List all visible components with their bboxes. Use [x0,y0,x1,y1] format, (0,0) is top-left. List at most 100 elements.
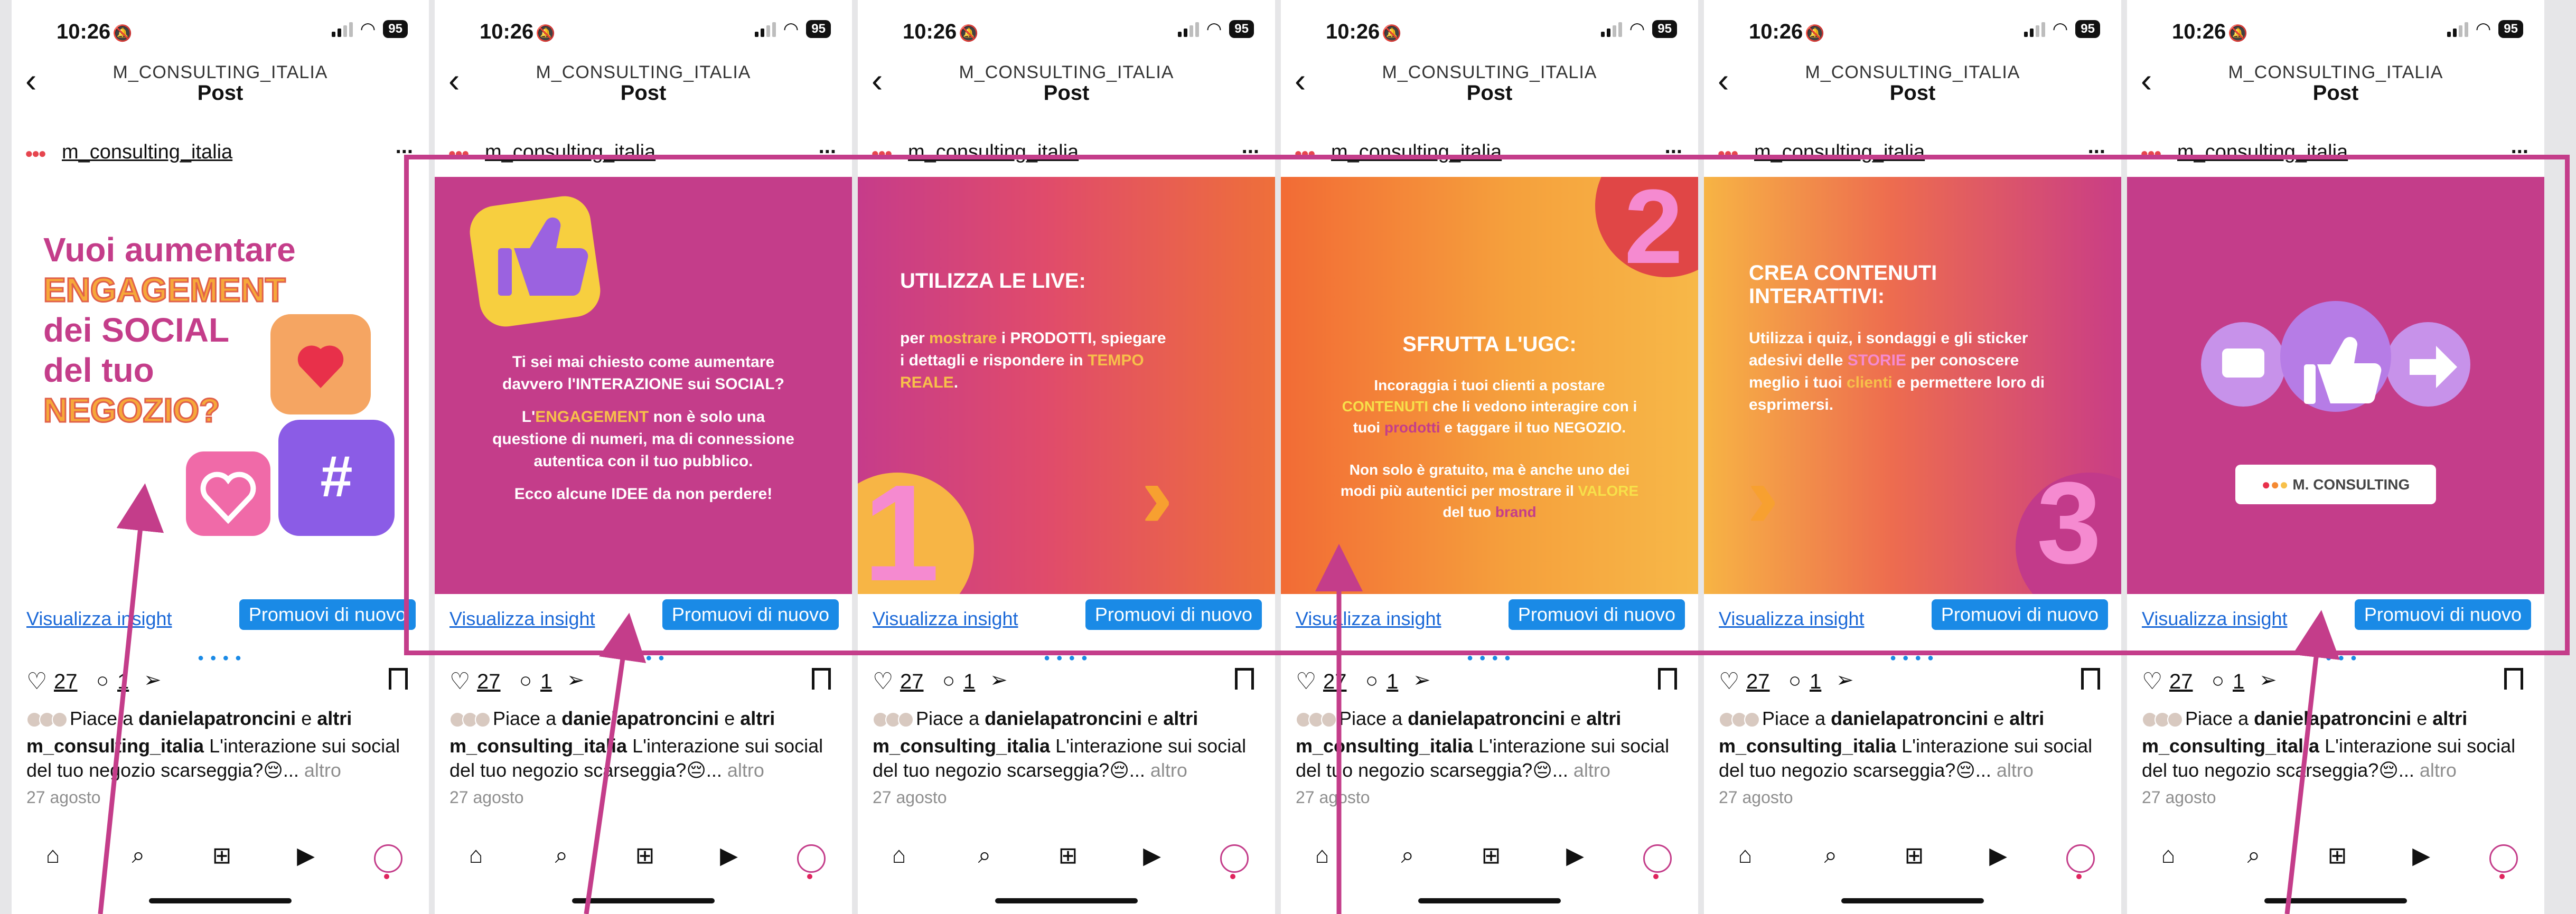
caption-username[interactable]: m_consulting_italia [1719,735,1896,757]
search-icon[interactable]: ⌕ [1392,842,1423,869]
liked-by[interactable]: Piace a danielapatroncini e altri [26,708,418,730]
share-icon[interactable]: ➢ [2259,668,2277,692]
caption-username[interactable]: m_consulting_italia [873,735,1050,757]
liked-by[interactable]: Piace a danielapatroncini e altri [873,708,1264,730]
bookmark-icon[interactable] [1658,668,1677,690]
liked-by[interactable]: Piace a danielapatroncini e altri [1296,708,1688,730]
avatar[interactable]: ●●● [871,145,893,162]
share-icon[interactable]: ➢ [567,668,585,692]
promote-again-button[interactable]: Promuovi di nuovo [1085,599,1262,630]
home-icon[interactable]: ⌂ [37,842,69,869]
liked-by[interactable]: Piace a danielapatroncini e altri [449,708,841,730]
promote-again-button[interactable]: Promuovi di nuovo [1508,599,1685,630]
caption-username[interactable]: m_consulting_italia [2142,735,2319,757]
author-username[interactable]: m_consulting_italia [485,141,655,164]
search-icon[interactable]: ⌕ [1815,842,1847,869]
more-link[interactable]: altro [1150,759,1187,781]
author-username[interactable]: m_consulting_italia [2177,141,2348,164]
author-username[interactable]: m_consulting_italia [62,141,232,164]
reels-icon[interactable]: ▶ [290,842,322,869]
create-post-icon[interactable]: ⊞ [1475,842,1507,869]
more-icon[interactable]: ... [1242,135,1259,158]
more-link[interactable]: altro [2420,759,2457,781]
profile-avatar-icon[interactable] [1220,844,1249,873]
reels-icon[interactable]: ▶ [1559,842,1591,869]
share-icon[interactable]: ➢ [1836,668,1854,692]
comment-count[interactable]: 1 [963,670,975,694]
post-slide-3[interactable]: UTILIZZA LE LIVE: per mostrare i PRODOTT… [858,177,1275,594]
post-slide-2[interactable]: Ti sei mai chiesto come aumentare davver… [435,177,852,594]
caption-username[interactable]: m_consulting_italia [449,735,627,757]
create-post-icon[interactable]: ⊞ [629,842,661,869]
avatar[interactable]: ●●● [1294,145,1316,162]
home-icon[interactable]: ⌂ [883,842,915,869]
bookmark-icon[interactable] [2504,668,2523,690]
like-heart-icon[interactable]: ♡ [449,668,470,695]
author-username[interactable]: m_consulting_italia [1754,141,1925,164]
view-insights-link[interactable]: Visualizza insight [26,608,172,630]
liked-by[interactable]: Piace a danielapatroncini e altri [1719,708,2111,730]
profile-avatar-icon[interactable] [797,844,826,873]
comment-icon[interactable]: ○ [519,669,532,693]
profile-avatar-icon[interactable] [374,844,402,873]
create-post-icon[interactable]: ⊞ [1898,842,1930,869]
like-count[interactable]: 27 [477,670,501,694]
home-icon[interactable]: ⌂ [460,842,492,869]
avatar[interactable]: ●●● [1717,145,1739,162]
avatar[interactable]: ●●● [448,145,470,162]
author-username[interactable]: m_consulting_italia [1331,141,1502,164]
bookmark-icon[interactable] [812,668,831,690]
create-post-icon[interactable]: ⊞ [206,842,238,869]
share-icon[interactable]: ➢ [1413,668,1431,692]
reels-icon[interactable]: ▶ [2405,842,2437,869]
like-heart-icon[interactable]: ♡ [1296,668,1316,695]
more-link[interactable]: altro [1997,759,2034,781]
view-insights-link[interactable]: Visualizza insight [449,608,595,630]
caption-username[interactable]: m_consulting_italia [1296,735,1473,757]
promote-again-button[interactable]: Promuovi di nuovo [1931,599,2108,630]
reels-icon[interactable]: ▶ [1136,842,1168,869]
reels-icon[interactable]: ▶ [1982,842,2014,869]
like-count[interactable]: 27 [900,670,924,694]
promote-again-button[interactable]: Promuovi di nuovo [2354,599,2531,630]
more-icon[interactable]: ... [396,135,413,158]
promote-again-button[interactable]: Promuovi di nuovo [239,599,416,630]
view-insights-link[interactable]: Visualizza insight [1719,608,1864,630]
comment-icon[interactable]: ○ [2212,669,2224,693]
create-post-icon[interactable]: ⊞ [1052,842,1084,869]
like-count[interactable]: 27 [54,670,78,694]
share-icon[interactable]: ➢ [144,668,162,692]
comment-count[interactable]: 1 [1810,670,1821,694]
reels-icon[interactable]: ▶ [713,842,745,869]
like-heart-icon[interactable]: ♡ [873,668,893,695]
comment-icon[interactable]: ○ [1365,669,1378,693]
avatar[interactable]: ●●● [25,145,46,162]
comment-icon[interactable]: ○ [942,669,955,693]
share-icon[interactable]: ➢ [990,668,1008,692]
home-icon[interactable]: ⌂ [1729,842,1761,869]
author-username[interactable]: m_consulting_italia [908,141,1079,164]
comment-icon[interactable]: ○ [1788,669,1801,693]
more-icon[interactable]: ... [819,135,836,158]
comment-count[interactable]: 1 [2233,670,2244,694]
post-slide-1[interactable]: Vuoi aumentare ENGAGEMENT dei SOCIAL del… [12,177,429,594]
more-link[interactable]: altro [304,759,341,781]
search-icon[interactable]: ⌕ [546,842,577,869]
promote-again-button[interactable]: Promuovi di nuovo [662,599,839,630]
more-link[interactable]: altro [727,759,764,781]
search-icon[interactable]: ⌕ [123,842,154,869]
home-icon[interactable]: ⌂ [2152,842,2184,869]
view-insights-link[interactable]: Visualizza insight [1296,608,1441,630]
more-icon[interactable]: ... [2088,135,2105,158]
more-icon[interactable]: ... [1665,135,1682,158]
like-heart-icon[interactable]: ♡ [2142,668,2162,695]
view-insights-link[interactable]: Visualizza insight [873,608,1018,630]
caption-username[interactable]: m_consulting_italia [26,735,204,757]
more-icon[interactable]: ... [2511,135,2528,158]
profile-avatar-icon[interactable] [1643,844,1672,873]
create-post-icon[interactable]: ⊞ [2321,842,2353,869]
like-heart-icon[interactable]: ♡ [26,668,47,695]
bookmark-icon[interactable] [2081,668,2100,690]
like-count[interactable]: 27 [2169,670,2193,694]
comment-count[interactable]: 1 [540,670,552,694]
